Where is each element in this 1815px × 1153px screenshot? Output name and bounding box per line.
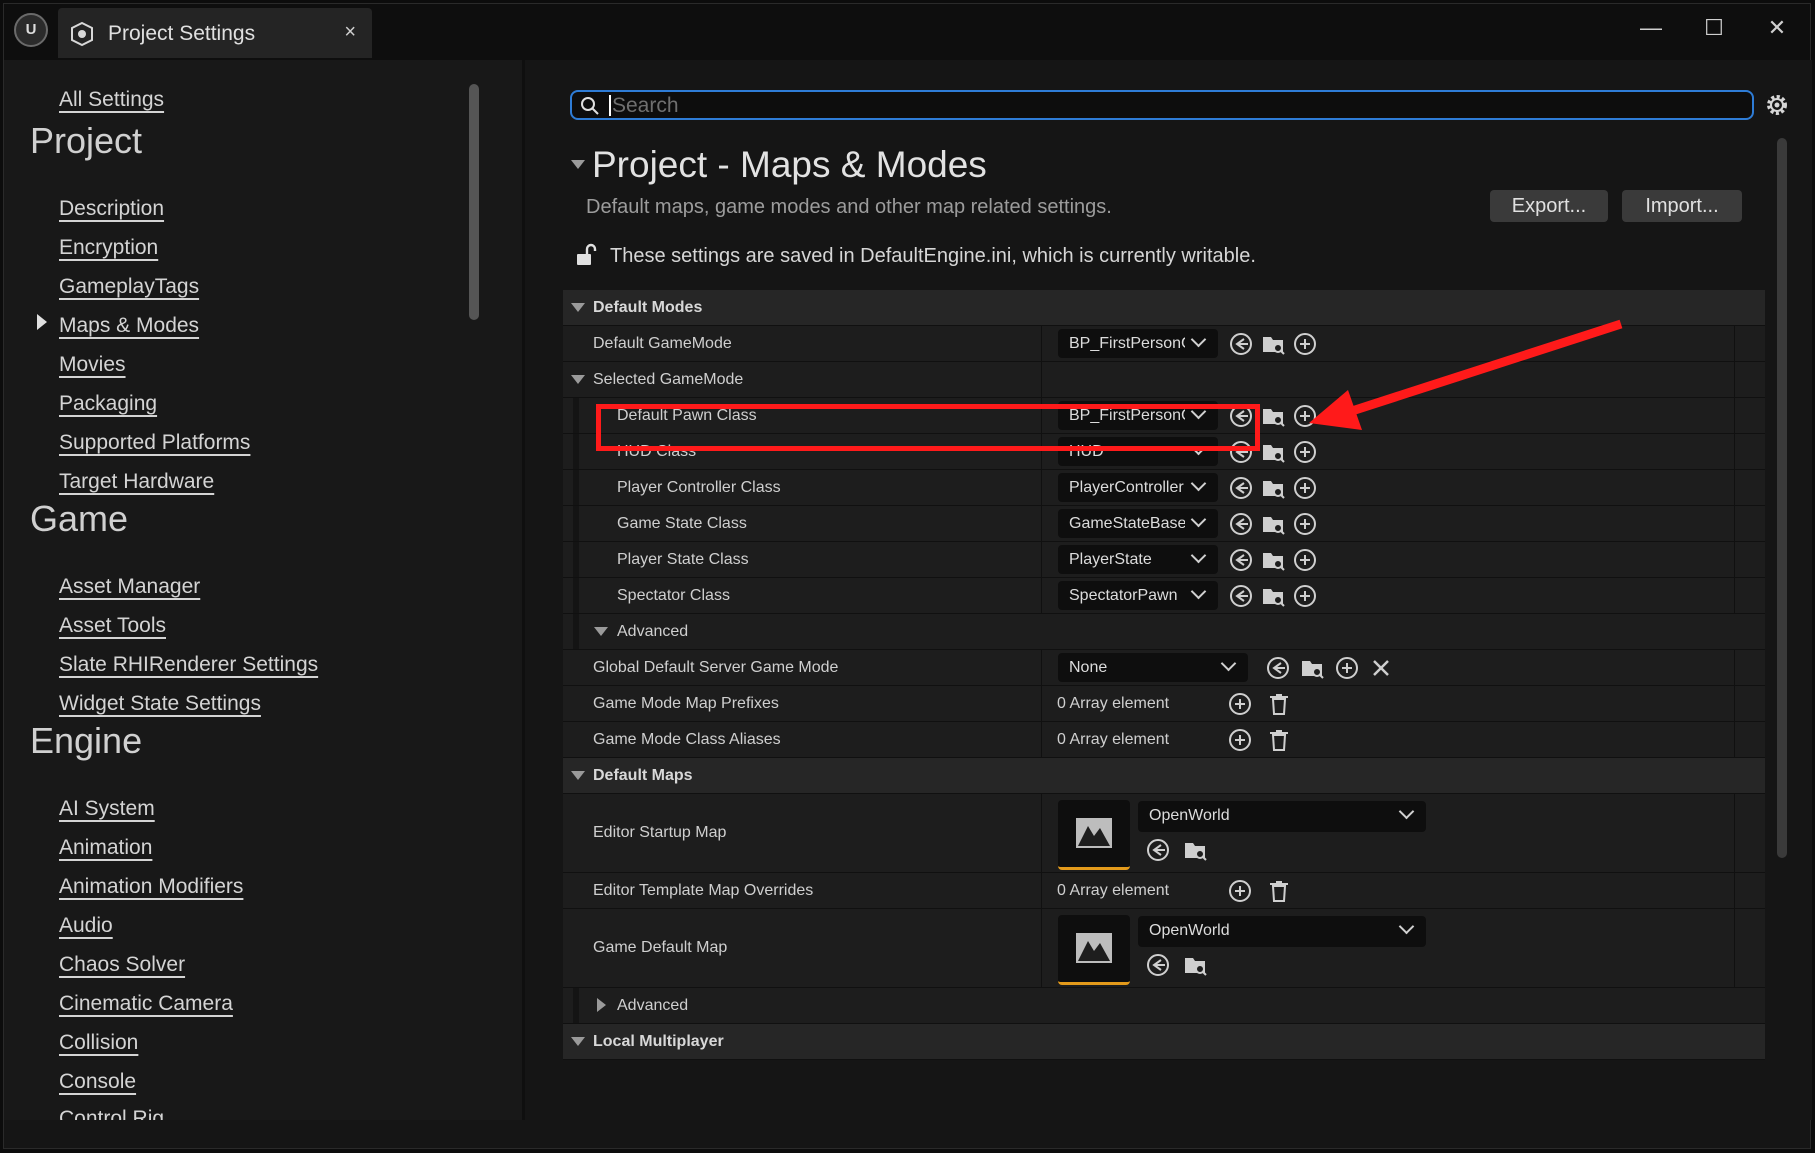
project-settings-window: U Project Settings × — ☐ ✕ All Settings … bbox=[3, 3, 1812, 1149]
annotation-arrow-icon bbox=[1309, 319, 1623, 430]
